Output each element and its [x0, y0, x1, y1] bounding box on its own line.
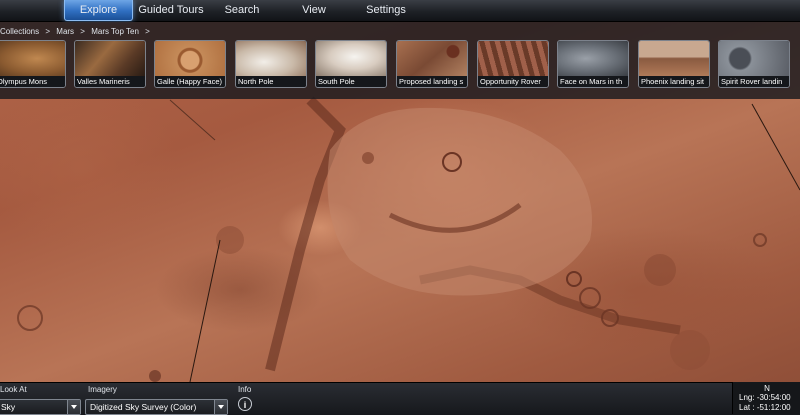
tour-label: Spirit Rover landin	[719, 76, 789, 87]
tour-strip: Collections > Mars > Mars Top Ten > Olym…	[0, 22, 800, 99]
breadcrumb: Collections > Mars > Mars Top Ten >	[0, 25, 154, 39]
look-at-value: Sky	[1, 402, 16, 412]
tour-label: Galle (Happy Face)	[155, 76, 225, 87]
tour-thumbnail[interactable]: Valles Marineris	[74, 40, 146, 88]
breadcrumb-mars[interactable]: Mars	[56, 27, 74, 36]
tour-thumbnail[interactable]: Olympus Mons	[0, 40, 66, 88]
breadcrumb-separator: >	[80, 27, 85, 36]
tour-thumbnail[interactable]: North Pole	[235, 40, 307, 88]
latitude-row: Lat : -51:12:00	[739, 403, 791, 412]
info-icon[interactable]: i	[238, 397, 252, 411]
tour-image	[639, 41, 709, 76]
breadcrumb-separator: >	[145, 27, 150, 36]
info-label: Info	[238, 385, 252, 394]
tour-image	[719, 41, 789, 76]
bottom-control-bar: Look At Sky Imagery Digitized Sky Survey…	[0, 382, 800, 415]
tour-image	[478, 41, 548, 76]
tour-image	[0, 41, 65, 76]
menu-guided-tours[interactable]: Guided Tours	[136, 0, 206, 21]
tour-label: South Pole	[316, 76, 386, 87]
longitude-value: -30:54:00	[756, 393, 791, 402]
tour-image	[236, 41, 306, 76]
tour-label: Olympus Mons	[0, 76, 65, 87]
chevron-down-icon[interactable]	[214, 400, 227, 414]
tour-label: Valles Marineris	[75, 76, 145, 87]
tour-thumbnail[interactable]: South Pole	[315, 40, 387, 88]
imagery-label: Imagery	[88, 385, 117, 394]
menu-view[interactable]: View	[288, 0, 340, 21]
menu-explore[interactable]: Explore	[64, 0, 133, 21]
breadcrumb-collections[interactable]: Collections	[0, 27, 39, 36]
tour-label: North Pole	[236, 76, 306, 87]
latitude-value: -51:12:00	[756, 403, 791, 412]
tour-image	[397, 41, 467, 76]
longitude-row: Lng: -30:54:00	[739, 393, 791, 402]
north-indicator: N	[764, 384, 770, 393]
latitude-label: Lat :	[739, 403, 755, 412]
tour-thumbnail[interactable]: Face on Mars in th	[557, 40, 629, 88]
menu-settings[interactable]: Settings	[356, 0, 416, 21]
tour-label: Phoenix landing sit	[639, 76, 709, 87]
tour-label: Opportunity Rover	[478, 76, 548, 87]
tour-thumbnail[interactable]: Proposed landing s	[396, 40, 468, 88]
imagery-dropdown[interactable]: Digitized Sky Survey (Color)	[85, 399, 228, 415]
tour-label: Proposed landing s	[397, 76, 467, 87]
chevron-down-icon[interactable]	[67, 400, 80, 414]
longitude-label: Lng:	[739, 393, 755, 402]
tour-thumbnail[interactable]: Spirit Rover landin	[718, 40, 790, 88]
tour-thumbnail[interactable]: Galle (Happy Face)	[154, 40, 226, 88]
tour-image	[316, 41, 386, 76]
top-menu-bar: Explore Guided Tours Search View Setting…	[0, 0, 800, 22]
look-at-label: Look At	[0, 385, 27, 394]
tour-label: Face on Mars in th	[558, 76, 628, 87]
tour-image	[155, 41, 225, 76]
breadcrumb-separator: >	[45, 27, 51, 36]
breadcrumb-mars-top-ten[interactable]: Mars Top Ten	[91, 27, 139, 36]
tour-image	[75, 41, 145, 76]
tour-thumbnail[interactable]: Phoenix landing sit	[638, 40, 710, 88]
menu-search[interactable]: Search	[212, 0, 272, 21]
coordinates-panel: N Lng: -30:54:00 Lat : -51:12:00	[732, 382, 800, 414]
tour-thumbnail[interactable]: Opportunity Rover	[477, 40, 549, 88]
imagery-value: Digitized Sky Survey (Color)	[90, 402, 197, 412]
look-at-dropdown[interactable]: Sky	[0, 399, 81, 415]
tour-image	[558, 41, 628, 76]
